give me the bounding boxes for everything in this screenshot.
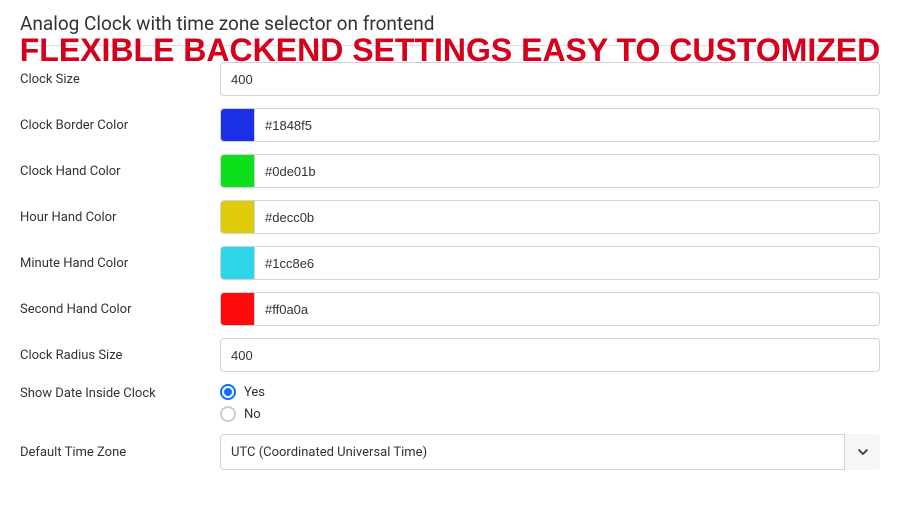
radio-yes-circle xyxy=(220,384,236,400)
hour-hand-color-swatch[interactable] xyxy=(221,201,255,233)
label-hand-color: Clock Hand Color xyxy=(20,164,220,179)
divider xyxy=(20,45,880,46)
label-show-date: Show Date Inside Clock xyxy=(20,384,220,401)
label-clock-radius: Clock Radius Size xyxy=(20,348,220,363)
show-date-radio-group: Yes No xyxy=(220,384,880,422)
row-second-hand-color: Second Hand Color xyxy=(20,292,880,326)
hand-color-input[interactable] xyxy=(255,155,879,187)
row-minute-hand-color: Minute Hand Color xyxy=(20,246,880,280)
label-hour-hand-color: Hour Hand Color xyxy=(20,210,220,225)
row-hand-color: Clock Hand Color xyxy=(20,154,880,188)
row-clock-radius: Clock Radius Size xyxy=(20,338,880,372)
radio-no[interactable]: No xyxy=(220,406,880,422)
clock-radius-input[interactable] xyxy=(220,338,880,372)
row-clock-size: Clock Size xyxy=(20,62,880,96)
row-border-color: Clock Border Color xyxy=(20,108,880,142)
page-title: Analog Clock with time zone selector on … xyxy=(20,12,880,35)
minute-hand-color-input[interactable] xyxy=(255,247,879,279)
clock-size-input[interactable] xyxy=(220,62,880,96)
label-clock-size: Clock Size xyxy=(20,72,220,87)
border-color-swatch[interactable] xyxy=(221,109,255,141)
label-second-hand-color: Second Hand Color xyxy=(20,302,220,317)
row-show-date: Show Date Inside Clock Yes No xyxy=(20,384,880,422)
label-minute-hand-color: Minute Hand Color xyxy=(20,256,220,271)
radio-yes-label: Yes xyxy=(244,385,265,400)
row-default-tz: Default Time Zone UTC (Coordinated Unive… xyxy=(20,434,880,470)
second-hand-color-swatch[interactable] xyxy=(221,293,255,325)
row-hour-hand-color: Hour Hand Color xyxy=(20,200,880,234)
radio-no-circle xyxy=(220,406,236,422)
label-default-tz: Default Time Zone xyxy=(20,445,220,460)
default-tz-select[interactable]: UTC (Coordinated Universal Time) xyxy=(220,434,880,470)
radio-yes[interactable]: Yes xyxy=(220,384,880,400)
second-hand-color-input[interactable] xyxy=(255,293,879,325)
minute-hand-color-swatch[interactable] xyxy=(221,247,255,279)
label-border-color: Clock Border Color xyxy=(20,118,220,133)
hand-color-swatch[interactable] xyxy=(221,155,255,187)
hour-hand-color-input[interactable] xyxy=(255,201,879,233)
radio-no-label: No xyxy=(244,407,261,422)
default-tz-value: UTC (Coordinated Universal Time) xyxy=(231,445,427,460)
border-color-input[interactable] xyxy=(255,109,879,141)
